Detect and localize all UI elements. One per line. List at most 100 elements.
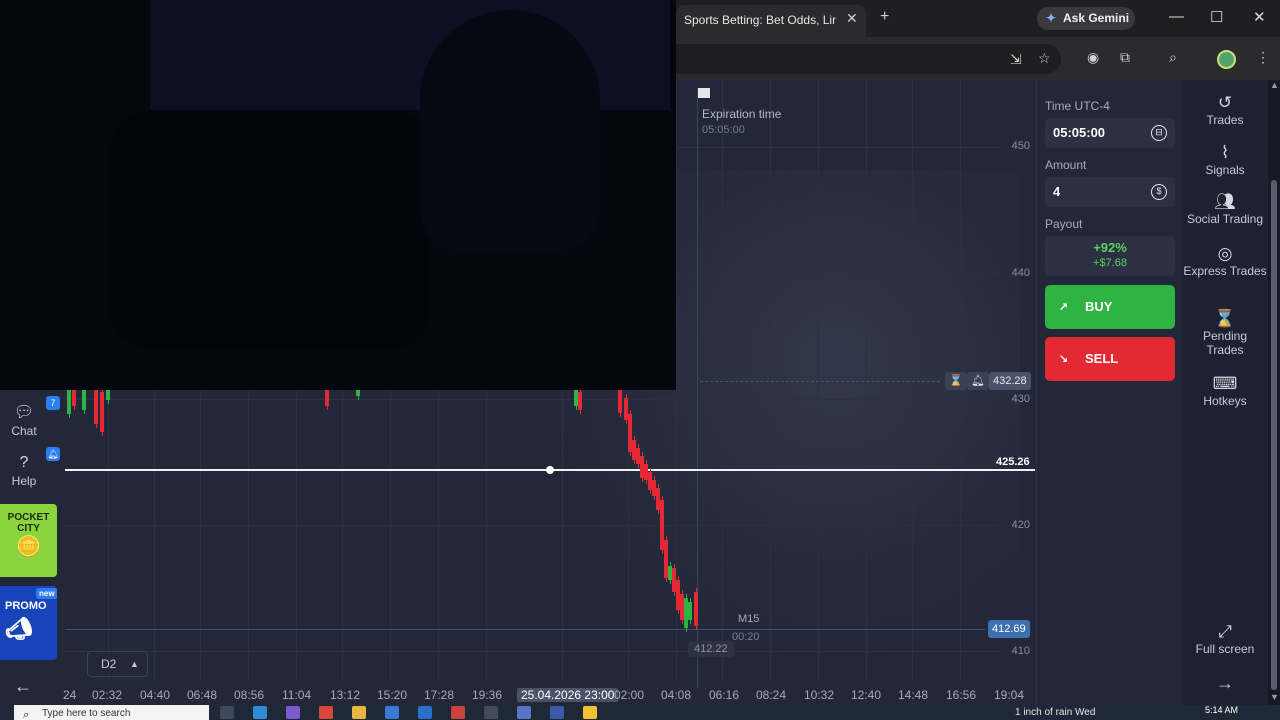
sticky-notes-icon[interactable] <box>583 706 597 719</box>
grid-line <box>770 80 771 680</box>
currency-icon[interactable]: $ <box>1151 184 1167 200</box>
time-value: 05:05:00 <box>1053 125 1106 140</box>
time-label: 14:48 <box>898 688 929 702</box>
price-label: 450 <box>1011 140 1030 152</box>
screen: Sports Betting: Bet Odds, Lines ✕ + ✦ As… <box>0 0 1280 720</box>
time-label: 13:12 <box>330 688 361 702</box>
scroll-up-icon[interactable]: ▲ <box>1270 80 1279 90</box>
payout-box: +92% +$7.68 <box>1045 236 1175 276</box>
menu-dots-icon[interactable]: ⋮ <box>1256 49 1270 66</box>
hourglass-icon: ⌛ <box>1214 309 1236 328</box>
help-button[interactable]: ? Help <box>0 454 48 488</box>
timeframe-label: M15 <box>738 613 760 625</box>
candle <box>325 390 329 406</box>
menu-pending-trades[interactable]: ⌛ Pending Trades <box>1183 309 1267 357</box>
taskbar-clock[interactable]: 5:14 AM <box>1205 705 1238 715</box>
extension-circle-icon[interactable]: ◉ <box>1087 49 1099 66</box>
file-explorer-icon[interactable] <box>352 706 366 719</box>
menu-label: Pending Trades <box>1202 329 1248 357</box>
candle <box>688 602 692 620</box>
store-icon[interactable] <box>385 706 399 719</box>
time-label: 16:56 <box>946 688 977 702</box>
sell-button[interactable]: ↘ SELL <box>1045 337 1175 381</box>
scroll-thumb[interactable] <box>1271 180 1277 690</box>
chat-label: Chat <box>11 424 37 438</box>
app-icon[interactable] <box>484 706 498 719</box>
maximize-button[interactable]: ☐ <box>1210 8 1223 26</box>
grid-line <box>65 399 1000 400</box>
menu-hotkeys[interactable]: ⌨ Hotkeys <box>1183 375 1267 408</box>
ask-gemini-button[interactable]: ✦ Ask Gemini <box>1037 7 1135 30</box>
pocket-city-banner[interactable]: POCKET CITY 🪙 <box>0 504 57 577</box>
time-label: 06:48 <box>187 688 218 702</box>
taskbar-weather[interactable]: 1 inch of rain Wed <box>1015 707 1095 718</box>
forward-arrow-icon[interactable]: → <box>1183 674 1267 692</box>
menu-label: Hotkeys <box>1203 394 1247 408</box>
address-bar[interactable]: ⇲ ☆ <box>676 44 1061 74</box>
minimize-button[interactable]: — <box>1169 8 1184 25</box>
price-label: 430 <box>1011 393 1030 405</box>
scroll-down-icon[interactable]: ▼ <box>1270 692 1279 702</box>
candle <box>356 390 360 396</box>
install-app-icon[interactable]: ⇲ <box>1010 51 1022 68</box>
buy-button[interactable]: ↗ BUY <box>1045 285 1175 329</box>
copilot-icon[interactable] <box>286 706 300 719</box>
time-label: 10:32 <box>804 688 835 702</box>
bookmark-star-icon[interactable]: ☆ <box>1038 50 1051 67</box>
candle <box>94 390 98 424</box>
close-window-button[interactable]: ✕ <box>1253 8 1266 26</box>
tab-close-icon[interactable]: ✕ <box>846 10 858 27</box>
time-mode-icon[interactable]: ⊟ <box>1151 125 1167 141</box>
promo-new-badge: new <box>36 588 57 599</box>
chat-icon: 💬︎ <box>13 404 35 421</box>
mail-icon[interactable] <box>418 706 432 719</box>
dashed-price-tag: 432.28 <box>989 372 1031 390</box>
app-icon[interactable] <box>451 706 465 719</box>
fullscreen-button[interactable]: ⤢ Full screen <box>1183 623 1267 656</box>
browser-tab[interactable]: Sports Betting: Bet Odds, Lines ✕ <box>676 5 866 37</box>
candle <box>82 390 86 410</box>
time-label: Time UTC-4 <box>1045 99 1110 113</box>
price-label: 420 <box>1011 519 1030 531</box>
scrollbar[interactable]: ▲ ▼ <box>1268 80 1280 705</box>
edge-icon[interactable] <box>253 706 267 719</box>
line-handle[interactable] <box>546 466 554 474</box>
caret-up-icon: ▲ <box>130 659 139 669</box>
amount-field[interactable]: 4 $ <box>1045 177 1175 207</box>
promo-label: PROMO <box>5 600 47 612</box>
menu-signals[interactable]: ⌇ Signals <box>1183 144 1267 177</box>
side-menu: ↺ Trades ⌇ Signals 👥︎ Social Trading ◎ E… <box>1183 80 1267 705</box>
expiration-time-field[interactable]: 05:05:00 ⊟ <box>1045 118 1175 148</box>
back-arrow-icon[interactable]: ← <box>14 676 32 697</box>
extensions-puzzle-icon[interactable]: ⧉ <box>1120 49 1130 66</box>
task-view-icon[interactable] <box>220 706 234 719</box>
promo-banner[interactable]: new PROMO 📣︎ <box>0 586 57 660</box>
candle <box>106 390 110 400</box>
timer-alert-icon[interactable]: ⌛ <box>945 372 967 390</box>
app-icon[interactable] <box>517 706 531 719</box>
pocket-city-label: POCKET CITY <box>7 512 50 534</box>
grid-line <box>65 651 1000 652</box>
profile-avatar[interactable] <box>1217 50 1236 69</box>
bell-icon[interactable]: 🔔︎ <box>967 372 989 390</box>
new-tab-button[interactable]: + <box>880 8 889 26</box>
cast-search-icon[interactable]: ⌕ <box>1169 49 1177 66</box>
menu-social-trading[interactable]: 👥︎ Social Trading <box>1183 193 1267 226</box>
app-icon[interactable] <box>550 706 564 719</box>
expiration-time: 05:05:00 <box>702 124 745 136</box>
chrome-icon[interactable] <box>319 706 333 719</box>
amount-label: Amount <box>1045 158 1087 172</box>
menu-trades[interactable]: ↺ Trades <box>1183 94 1267 127</box>
taskbar-search[interactable]: ⌕ Type here to search <box>14 705 209 720</box>
menu-label: Social Trading <box>1186 212 1264 226</box>
menu-express-trades[interactable]: ◎ Express Trades <box>1183 245 1267 278</box>
candle <box>694 592 698 626</box>
period-select[interactable]: D2 ▲ <box>87 651 148 677</box>
time-label: 02:00 <box>614 688 645 702</box>
gemini-icon: ✦ <box>1046 11 1057 25</box>
webcam-overlay <box>0 0 676 390</box>
chat-button[interactable]: 💬︎ Chat <box>0 402 48 438</box>
time-label: 19:04 <box>994 688 1025 702</box>
menu-label: Express Trades <box>1183 264 1267 278</box>
expiration-flag-icon[interactable] <box>698 88 710 98</box>
